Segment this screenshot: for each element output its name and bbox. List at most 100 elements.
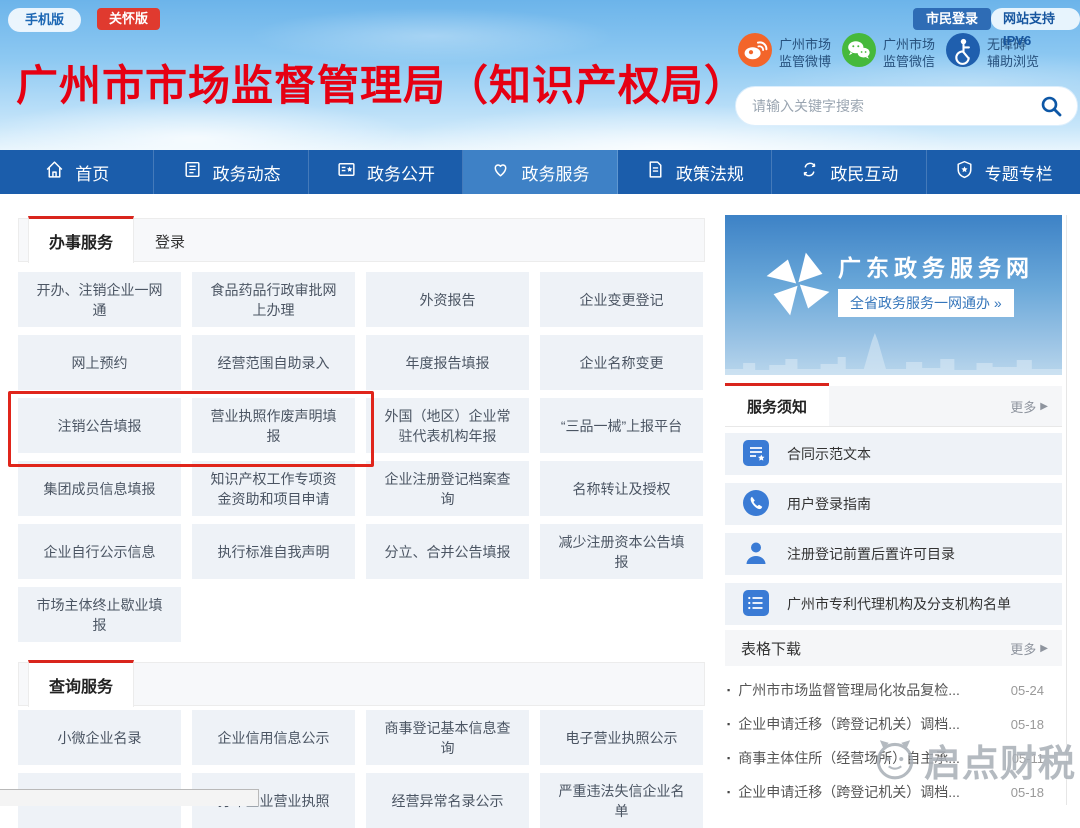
service-item[interactable]: 知识产权工作专项资金资助和项目申请 bbox=[192, 461, 355, 516]
download-item-date: 05-11 bbox=[1012, 751, 1044, 766]
service-item[interactable]: 经营范围自助录入 bbox=[192, 335, 355, 390]
download-item[interactable]: ▪ 企业申请迁移（跨登记机关）调档... 05-18 bbox=[725, 710, 1062, 738]
download-item-title: 商事主体住所（经营场所）自主承... bbox=[738, 748, 1004, 768]
service-item-highlighted[interactable]: 营业执照作废声明填报 bbox=[192, 398, 355, 453]
tab-service-notice[interactable]: 服务须知 bbox=[725, 383, 829, 426]
service-item[interactable]: 企业名称变更 bbox=[540, 335, 703, 390]
nav-item-topics[interactable]: 专题专栏 bbox=[927, 150, 1080, 194]
more-arrow-icon: ▶ bbox=[1040, 643, 1048, 654]
notice-more-link[interactable]: 更多▶ bbox=[1010, 386, 1048, 426]
more-arrow-icon: ▶ bbox=[1040, 401, 1048, 412]
banner-title: 广东政务服务网 bbox=[838, 249, 1034, 283]
gd-services-banner[interactable]: 广东政务服务网 全省政务服务一网通办 » bbox=[725, 215, 1062, 375]
nav-label: 政务动态 bbox=[213, 160, 281, 185]
browser-status-tooltip bbox=[0, 789, 259, 806]
notice-item-label: 注册登记前置后置许可目录 bbox=[787, 544, 955, 564]
bullet-icon: ▪ bbox=[727, 787, 730, 797]
weibo-label: 广州市场监管微博 bbox=[779, 36, 831, 70]
nav-label: 政务公开 bbox=[367, 160, 435, 185]
download-item-title: 企业申请迁移（跨登记机关）调档... bbox=[738, 714, 1003, 734]
nav-label: 政策法规 bbox=[676, 160, 744, 185]
service-item-highlighted[interactable]: 注销公告填报 bbox=[18, 398, 181, 453]
service-item[interactable]: 经营异常名录公示 bbox=[366, 773, 529, 828]
notice-item-label: 用户登录指南 bbox=[787, 494, 871, 514]
weibo-link[interactable]: 广州市场监管微博 bbox=[738, 33, 831, 72]
business-tabs-bar: 办事服务 登录 bbox=[18, 218, 705, 262]
bullet-icon: ▪ bbox=[727, 685, 730, 695]
service-item[interactable]: 企业变更登记 bbox=[540, 272, 703, 327]
service-item[interactable]: 电子营业执照公示 bbox=[540, 710, 703, 765]
nav-item-news[interactable]: 政务动态 bbox=[154, 150, 308, 194]
service-item[interactable]: 企业信用信息公示 bbox=[192, 710, 355, 765]
downloads-more-link[interactable]: 更多▶ bbox=[1010, 630, 1048, 666]
service-item[interactable]: 集团成员信息填报 bbox=[18, 461, 181, 516]
download-item-date: 05-24 bbox=[1011, 683, 1044, 698]
notice-section-bar: 服务须知 更多▶ bbox=[725, 386, 1062, 427]
interaction-icon bbox=[799, 159, 820, 185]
wechat-icon bbox=[842, 33, 876, 72]
wechat-label: 广州市场监管微信 bbox=[883, 36, 935, 70]
nav-item-home[interactable]: 首页 bbox=[0, 150, 154, 194]
banner-subtitle: 全省政务服务一网通办 » bbox=[838, 289, 1014, 317]
weibo-icon bbox=[738, 33, 772, 72]
service-item[interactable]: 外国（地区）企业常驻代表机构年报 bbox=[366, 398, 529, 453]
notice-item[interactable]: 合同示范文本 bbox=[725, 433, 1062, 475]
download-item-title: 企业申请迁移（跨登记机关）调档... bbox=[738, 782, 1003, 802]
home-icon bbox=[44, 159, 65, 185]
tab-query-services[interactable]: 查询服务 bbox=[28, 660, 134, 707]
service-item[interactable]: “三品一械”上报平台 bbox=[540, 398, 703, 453]
notice-item[interactable]: 广州市专利代理机构及分支机构名单 bbox=[725, 583, 1062, 625]
bullet-icon: ▪ bbox=[727, 719, 730, 729]
citizen-login-button[interactable]: 市民登录 bbox=[913, 8, 991, 30]
user-icon bbox=[743, 540, 769, 569]
nav-item-interaction[interactable]: 政民互动 bbox=[772, 150, 926, 194]
service-item[interactable]: 执行标准自我声明 bbox=[192, 524, 355, 579]
nav-item-services[interactable]: 政务服务 bbox=[463, 150, 617, 194]
wechat-link[interactable]: 广州市场监管微信 bbox=[842, 33, 935, 72]
mobile-version-button[interactable]: 手机版 bbox=[8, 8, 81, 32]
tab-login[interactable]: 登录 bbox=[137, 219, 203, 263]
query-tabs-bar: 查询服务 bbox=[18, 662, 705, 706]
nav-item-disclosure[interactable]: 政务公开 bbox=[309, 150, 463, 194]
business-services-grid: 开办、注销企业一网通 食品药品行政审批网上办理 外资报告 企业变更登记 网上预约… bbox=[18, 272, 706, 642]
care-version-button[interactable]: 关怀版 bbox=[97, 8, 160, 30]
service-item[interactable]: 分立、合并公告填报 bbox=[366, 524, 529, 579]
notice-item-label: 广州市专利代理机构及分支机构名单 bbox=[787, 594, 1011, 614]
service-item[interactable]: 严重违法失信企业名单 bbox=[540, 773, 703, 828]
service-item[interactable]: 市场主体终止歇业填报 bbox=[18, 587, 181, 642]
query-services-grid: 小微企业名录 企业信用信息公示 商事登记基本信息查询 电子营业执照公示 打印企业… bbox=[18, 710, 706, 828]
service-item[interactable]: 小微企业名录 bbox=[18, 710, 181, 765]
service-item[interactable]: 名称转让及授权 bbox=[540, 461, 703, 516]
nav-label: 专题专栏 bbox=[985, 160, 1053, 185]
notice-item[interactable]: 注册登记前置后置许可目录 bbox=[725, 533, 1062, 575]
service-item[interactable]: 商事登记基本信息查询 bbox=[366, 710, 529, 765]
service-item[interactable]: 食品药品行政审批网上办理 bbox=[192, 272, 355, 327]
nav-item-laws[interactable]: 政策法规 bbox=[618, 150, 772, 194]
page-title: 广州市市场监督管理局（知识产权局） bbox=[16, 52, 747, 113]
skyline-graphic bbox=[725, 329, 1062, 375]
service-item[interactable]: 外资报告 bbox=[366, 272, 529, 327]
notice-item[interactable]: 用户登录指南 bbox=[725, 483, 1062, 525]
search-icon[interactable] bbox=[1039, 94, 1063, 118]
download-item[interactable]: ▪ 广州市市场监督管理局化妆品复检... 05-24 bbox=[725, 676, 1062, 704]
downloads-section-bar: 表格下载 更多▶ bbox=[725, 630, 1062, 666]
news-icon bbox=[182, 159, 203, 185]
download-item[interactable]: ▪ 企业申请迁移（跨登记机关）调档... 05-18 bbox=[725, 778, 1062, 806]
download-item-title: 广州市市场监督管理局化妆品复检... bbox=[738, 680, 1003, 700]
search-input[interactable] bbox=[750, 97, 1039, 115]
service-item[interactable]: 网上预约 bbox=[18, 335, 181, 390]
download-item-date: 05-18 bbox=[1011, 717, 1044, 732]
service-item[interactable]: 企业注册登记档案查询 bbox=[366, 461, 529, 516]
service-item[interactable]: 开办、注销企业一网通 bbox=[18, 272, 181, 327]
pinwheel-icon bbox=[761, 247, 835, 326]
download-item-date: 05-18 bbox=[1011, 785, 1044, 800]
service-item[interactable]: 减少注册资本公告填报 bbox=[540, 524, 703, 579]
tab-business-services[interactable]: 办事服务 bbox=[28, 216, 134, 263]
downloads-title: 表格下载 bbox=[741, 638, 801, 659]
download-item[interactable]: ▪ 商事主体住所（经营场所）自主承... 05-11 bbox=[725, 744, 1062, 772]
nav-label: 首页 bbox=[75, 160, 109, 185]
service-item[interactable]: 年度报告填报 bbox=[366, 335, 529, 390]
law-icon bbox=[645, 159, 666, 185]
service-item[interactable]: 企业自行公示信息 bbox=[18, 524, 181, 579]
nav-label: 政民互动 bbox=[830, 160, 898, 185]
